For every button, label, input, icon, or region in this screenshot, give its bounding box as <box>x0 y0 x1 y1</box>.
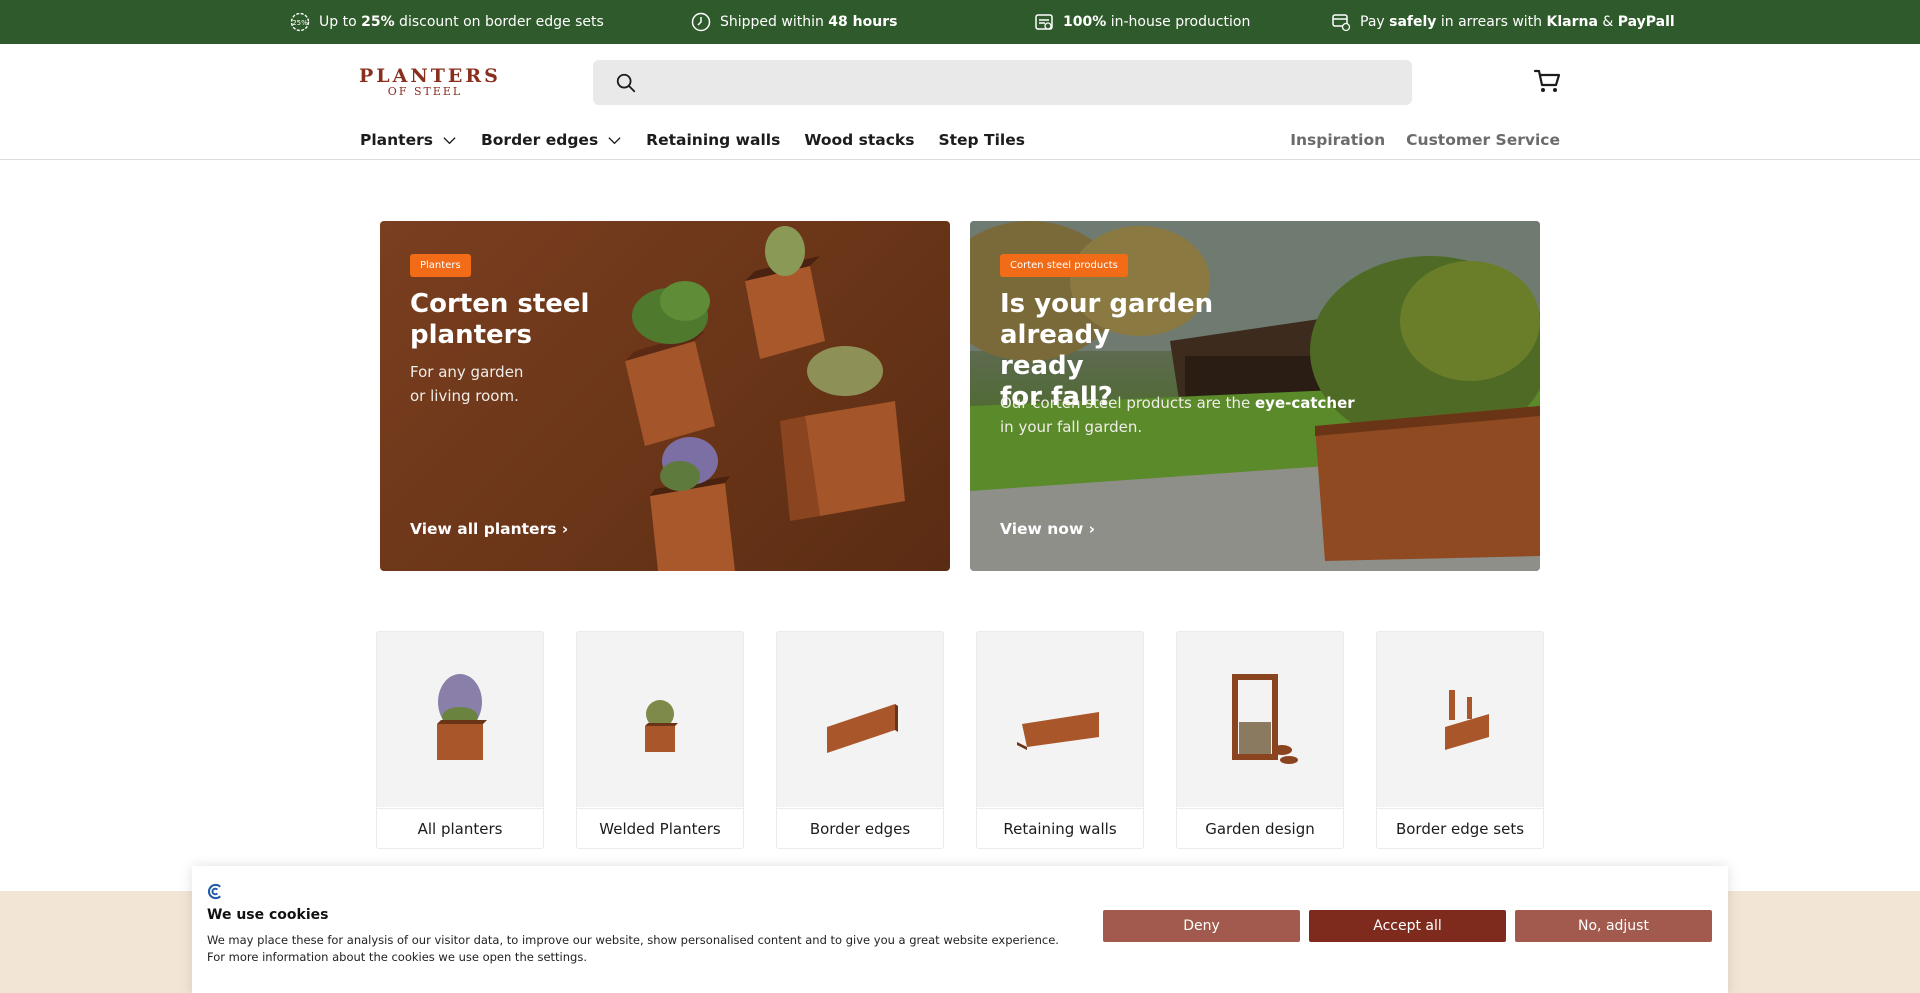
cookie-title: We use cookies <box>207 907 329 923</box>
view-now-link[interactable]: View now › <box>1000 520 1095 538</box>
hero-card-planters[interactable]: Planters Corten steel planters For any g… <box>380 221 950 571</box>
category-retaining-walls[interactable]: Retaining walls <box>976 631 1144 849</box>
view-all-planters-link[interactable]: View all planters › <box>410 520 568 538</box>
hero-subtitle: For any garden or living room. <box>410 363 524 405</box>
secondary-nav: Inspiration Customer Service <box>1290 126 1560 154</box>
chevron-down-icon <box>608 136 621 144</box>
category-label: Border edges <box>777 808 943 848</box>
nav-item-step-tiles[interactable]: Step Tiles <box>938 131 1025 149</box>
nav-label: Retaining walls <box>646 131 781 149</box>
search-bar[interactable] <box>593 60 1412 105</box>
cookie-logo-icon <box>208 883 221 900</box>
cart-icon[interactable] <box>1532 66 1562 96</box>
chevron-down-icon <box>443 136 456 144</box>
nav-item-planters[interactable]: Planters <box>360 131 457 149</box>
search-icon[interactable] <box>615 72 637 94</box>
hero-badge: Corten steel products <box>1000 254 1128 277</box>
nav-item-wood-stacks[interactable]: Wood stacks <box>804 131 914 149</box>
category-image <box>1177 632 1343 807</box>
category-all-planters[interactable]: All planters <box>376 631 544 849</box>
category-image <box>777 632 943 807</box>
category-label: Welded Planters <box>577 808 743 848</box>
main-nav: Planters Border edges Retaining walls Wo… <box>360 126 1025 154</box>
category-border-edges[interactable]: Border edges <box>776 631 944 849</box>
nav-label: Planters <box>360 131 433 149</box>
search-input[interactable] <box>653 60 1393 105</box>
category-label: Garden design <box>1177 808 1343 848</box>
nav-item-inspiration[interactable]: Inspiration <box>1290 131 1385 149</box>
category-label: All planters <box>377 808 543 848</box>
deny-button[interactable]: Deny <box>1103 910 1300 942</box>
logo-line1: PLANTERS <box>359 65 501 87</box>
category-image <box>1377 632 1543 807</box>
hero-subtitle: Our corten steel products are the eye-ca… <box>1000 394 1355 436</box>
site-logo[interactable]: PLANTERS OF STEEL <box>359 65 501 98</box>
nav-item-border-edges[interactable]: Border edges <box>481 131 622 149</box>
discount-badge-icon: 25% <box>290 12 310 32</box>
nav-divider <box>0 159 1920 160</box>
nav-item-customer-service[interactable]: Customer Service <box>1406 131 1560 149</box>
nav-label: Wood stacks <box>804 131 915 149</box>
category-image <box>377 632 543 807</box>
cookie-banner: We use cookies We may place these for an… <box>192 866 1728 993</box>
announcement-bar: 25% Up to 25% discount on border edge se… <box>0 0 1920 44</box>
nav-label: Border edges <box>480 131 599 149</box>
clock-icon <box>691 12 711 32</box>
nav-label: Step Tiles <box>938 131 1025 149</box>
accept-all-button[interactable]: Accept all <box>1309 910 1506 942</box>
adjust-button[interactable]: No, adjust <box>1515 910 1712 942</box>
hero-badge: Planters <box>410 254 471 277</box>
secure-payment-icon <box>1332 14 1351 32</box>
hero-title: Corten steel planters <box>410 289 590 350</box>
hero-card-fall[interactable]: Corten steel products Is your garden alr… <box>970 221 1540 571</box>
category-image <box>577 632 743 807</box>
category-garden-design[interactable]: Garden design <box>1176 631 1344 849</box>
announcement-production: 100% in-house production <box>1034 0 1250 44</box>
category-border-edge-sets[interactable]: Border edge sets <box>1376 631 1544 849</box>
factory-icon <box>1035 14 1053 30</box>
logo-line2: OF STEEL <box>387 85 463 98</box>
category-label: Retaining walls <box>977 808 1143 848</box>
cookie-text: We may place these for analysis of our v… <box>207 933 1059 964</box>
category-label: Border edge sets <box>1377 808 1543 848</box>
svg-text:25%: 25% <box>292 19 308 27</box>
nav-item-retaining-walls[interactable]: Retaining walls <box>646 131 780 149</box>
category-welded-planters[interactable]: Welded Planters <box>576 631 744 849</box>
announcement-shipping: Shipped within 48 hours <box>691 0 897 44</box>
announcement-discount: 25% Up to 25% discount on border edge se… <box>290 0 604 44</box>
category-image <box>977 632 1143 807</box>
announcement-payment: Pay safely in arrears with Klarna & PayP… <box>1331 0 1675 44</box>
